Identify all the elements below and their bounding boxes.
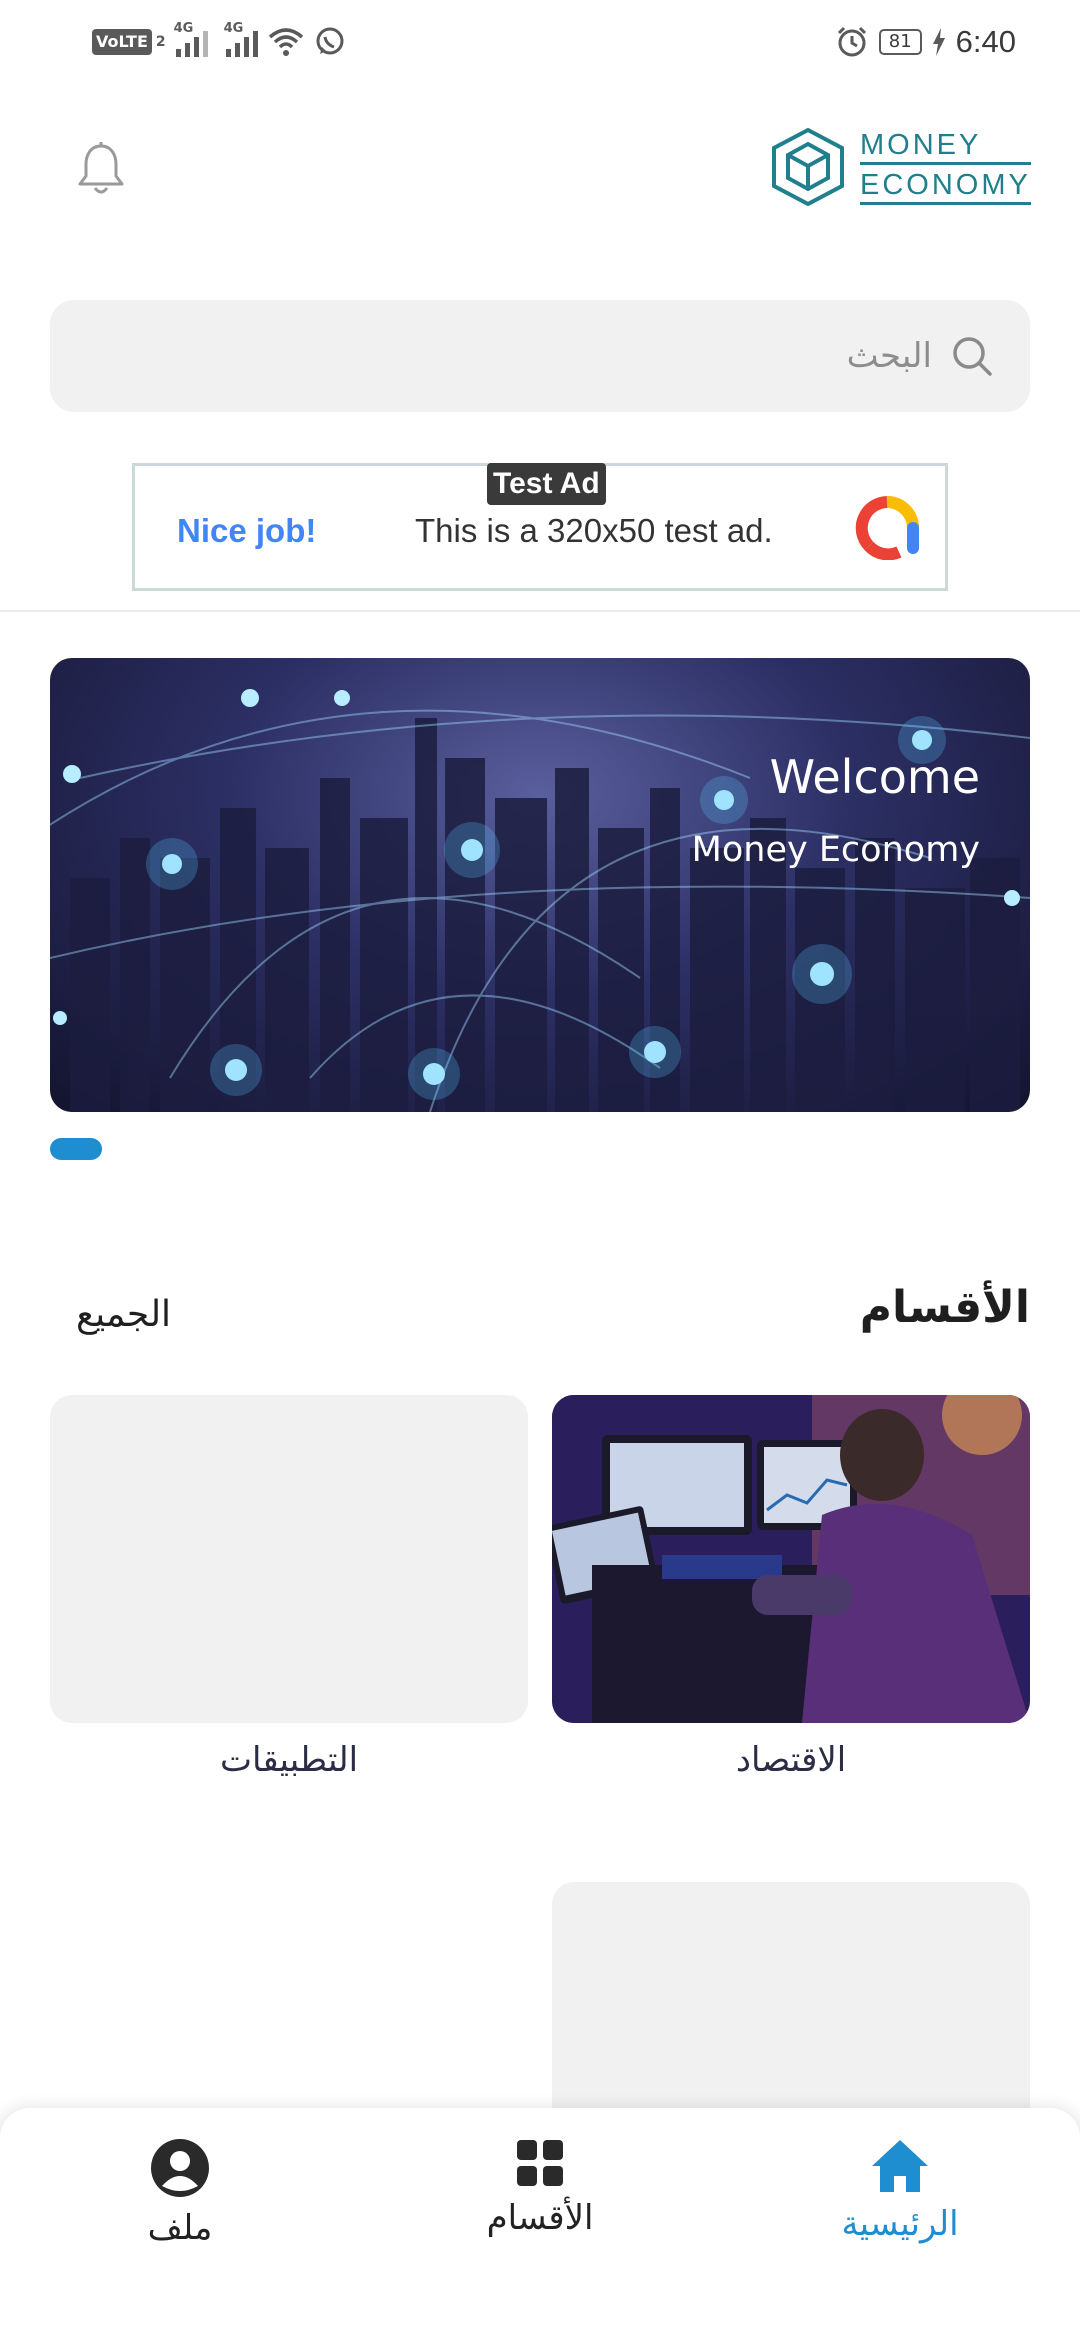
sim2-label: 2 [155,34,166,50]
volte-badge: VoLTE [92,29,152,55]
alarm-icon [837,26,866,57]
carousel-indicator[interactable] [50,1138,102,1160]
notification-bell-icon[interactable] [76,142,126,196]
app-logo: MONEY ECONOMY [770,122,1032,212]
search-input[interactable] [132,336,932,376]
nav-categories[interactable]: الأقسام [420,2138,660,2238]
welcome-banner[interactable]: Welcome Money Economy [50,658,1030,1112]
nav-home-label: الرئيسية [841,2204,959,2244]
grid-icon [517,2140,563,2186]
status-left: VoLTE 2 4G 4G [92,21,346,60]
trading-desk-image [552,1395,1030,1723]
nav-home[interactable]: الرئيسية [780,2138,1020,2244]
nav-categories-label: الأقسام [486,2198,594,2238]
cube-logo-icon [772,127,844,207]
home-icon [872,2140,928,2192]
search-icon [953,337,992,376]
category-card-apps[interactable] [50,1395,528,1723]
signal-icon: 4G [174,21,208,57]
city-network-image [50,689,1030,1112]
category-card-economy[interactable] [552,1395,1030,1723]
category-label-apps: التطبيقات [219,1740,359,1780]
category-label-economy: الاقتصاد [735,1740,847,1780]
network-type-label: 4G [173,21,194,36]
sections-title: الأقسام [859,1282,1030,1333]
signal-icon: 4G [224,21,258,57]
whatsapp-icon [316,27,344,55]
search-bar[interactable] [50,300,1030,412]
status-bar: VoLTE 2 4G 4G 81 6:40 [0,0,1080,84]
ad-tag: Test Ad [487,463,606,505]
wifi-icon [268,28,303,56]
bottom-navigation: الرئيسية الأقسام ملف [0,2108,1080,2340]
status-right: 81 6:40 [835,22,1016,62]
nav-profile-label: ملف [147,2208,213,2248]
test-ad-banner[interactable]: Test Ad Nice job! This is a 320x50 test … [132,463,948,591]
logo-line2: ECONOMY [860,169,1031,205]
view-all-link[interactable]: الجميع [76,1294,171,1335]
logo-wordmark: MONEY ECONOMY [860,129,1031,205]
divider [0,610,1080,612]
admob-logo-icon [855,496,919,560]
battery-level: 81 [878,29,922,55]
nav-profile[interactable]: ملف [60,2138,300,2248]
ad-text: This is a 320x50 test ad. [415,512,773,549]
charging-icon [932,28,945,56]
network-type-label: 4G [223,21,244,36]
profile-icon [151,2139,209,2197]
ad-headline[interactable]: Nice job! [177,512,316,550]
logo-line1: MONEY [860,129,1031,165]
banner-title: Welcome [769,750,980,804]
clock-time: 6:40 [955,24,1016,59]
banner-subtitle: Money Economy [691,830,980,870]
